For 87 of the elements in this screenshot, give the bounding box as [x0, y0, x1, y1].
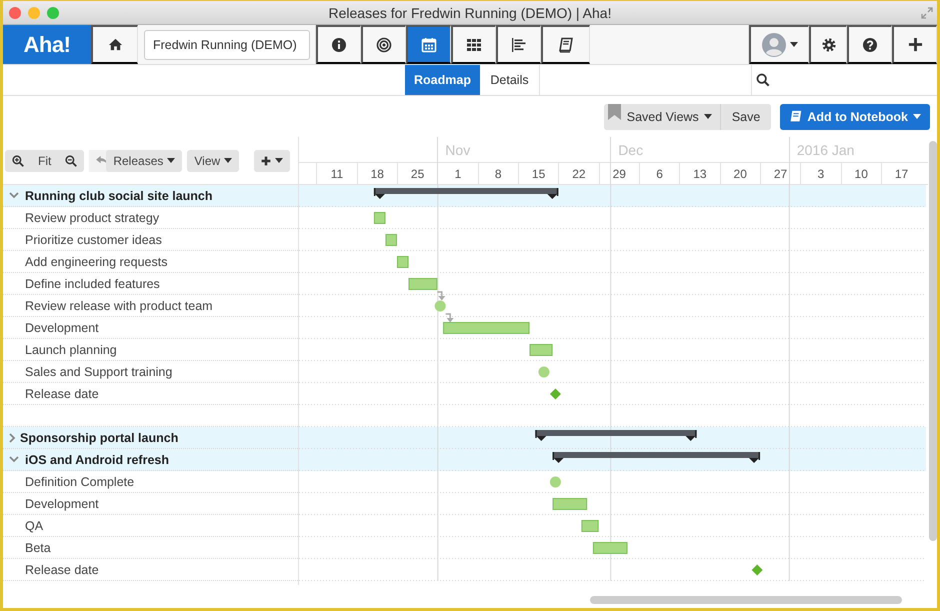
plus-icon	[908, 37, 922, 52]
milestone-dot[interactable]	[550, 476, 561, 488]
task-name[interactable]: Sales and Support training	[25, 364, 172, 378]
task-name[interactable]: Prioritize customer ideas	[25, 232, 162, 246]
add-to-notebook-button[interactable]: Add to Notebook	[780, 104, 930, 130]
task-name[interactable]: Review release with product team	[25, 298, 213, 312]
week-label: 22	[558, 163, 599, 184]
week-label: 3	[800, 163, 841, 184]
releases-dropdown[interactable]: Releases	[106, 150, 182, 172]
add-menu-button[interactable]	[254, 150, 290, 172]
task-bar[interactable]	[396, 256, 408, 268]
release-diamond[interactable]	[550, 388, 561, 400]
grid-icon	[466, 36, 482, 52]
sub-tab[interactable]: Roadmap	[405, 65, 480, 95]
zoom-in-icon	[12, 154, 24, 166]
release-diamond[interactable]	[752, 564, 763, 576]
week-label: 6	[638, 163, 680, 184]
product-dropdown[interactable]: Fredwin Running (DEMO)	[144, 30, 310, 60]
task-bar[interactable]	[385, 234, 397, 246]
view-dropdown[interactable]: View	[187, 150, 240, 172]
week-label: 10	[840, 163, 881, 184]
notebook-icon	[789, 110, 802, 123]
caret-icon	[704, 114, 712, 119]
saved-views-button[interactable]: Saved Views	[604, 104, 721, 130]
home-icon	[108, 37, 122, 52]
week-label: 18	[356, 163, 397, 184]
zoom-out-icon	[65, 154, 78, 166]
bar-list-icon	[511, 36, 527, 52]
release-bar[interactable]	[535, 430, 697, 441]
search-icon	[756, 73, 770, 87]
task-name[interactable]: Beta	[25, 540, 51, 554]
chevron-down-icon[interactable]	[9, 456, 19, 463]
task-bar[interactable]	[374, 212, 386, 224]
task-name[interactable]: Release date	[25, 386, 99, 400]
help-icon	[862, 36, 878, 52]
week-label: 11	[316, 163, 357, 184]
release-bar[interactable]	[552, 452, 760, 463]
week-label: 13	[679, 163, 720, 184]
week-label: 17	[880, 163, 922, 184]
task-bar[interactable]	[530, 344, 553, 356]
target-icon	[376, 36, 392, 52]
month-label: Nov	[445, 142, 470, 158]
chevron-right-icon[interactable]	[9, 432, 16, 442]
zoom-button[interactable]	[47, 6, 59, 18]
caret-icon	[790, 42, 798, 47]
notebook-icon	[558, 36, 574, 52]
task-bar[interactable]	[581, 520, 599, 532]
task-name[interactable]: Definition Complete	[25, 474, 134, 488]
home-button[interactable]	[91, 25, 138, 64]
task-name[interactable]: Add engineering requests	[25, 254, 168, 268]
milestone-dot[interactable]	[538, 366, 550, 378]
plus-icon	[261, 156, 272, 166]
caret-icon	[913, 114, 921, 119]
vertical-scrollbar[interactable]	[929, 141, 937, 541]
release-bar[interactable]	[374, 188, 558, 199]
week-label: 20	[720, 163, 760, 184]
app-logo[interactable]: Aha!	[3, 25, 91, 64]
chevron-down-icon[interactable]	[9, 192, 19, 199]
nav-tab[interactable]	[316, 25, 361, 64]
close-button[interactable]	[9, 6, 21, 18]
horizontal-scrollbar[interactable]	[590, 596, 902, 604]
task-name[interactable]: Launch planning	[25, 342, 117, 356]
avatar-icon	[762, 32, 786, 56]
nav-tab[interactable]	[406, 25, 451, 64]
info-icon	[331, 36, 347, 52]
week-label: 15	[518, 163, 558, 184]
calendar-icon	[421, 36, 437, 52]
resize-icon	[921, 6, 933, 18]
milestone-dot[interactable]	[434, 300, 446, 312]
task-name[interactable]: QA	[25, 518, 44, 532]
task-name[interactable]: Development	[25, 496, 99, 510]
help-button[interactable]	[847, 25, 892, 64]
caret-icon	[275, 158, 284, 163]
month-label: 2016 Jan	[796, 142, 854, 158]
window-title: Releases for Fredwin Running (DEMO) | Aha!	[328, 4, 612, 20]
bookmark-icon	[608, 104, 621, 120]
week-label: 8	[478, 163, 518, 184]
caret-icon	[224, 158, 232, 163]
caret-icon	[167, 158, 176, 163]
account-menu[interactable]	[749, 25, 809, 64]
task-name[interactable]: Review product strategy	[25, 210, 160, 224]
month-label: Dec	[618, 142, 644, 158]
settings-icon	[820, 36, 836, 52]
task-name[interactable]: Release date	[25, 562, 99, 576]
nav-tab[interactable]	[541, 25, 590, 64]
task-name[interactable]: Define included features	[25, 276, 160, 290]
task-name[interactable]: Development	[25, 320, 99, 334]
